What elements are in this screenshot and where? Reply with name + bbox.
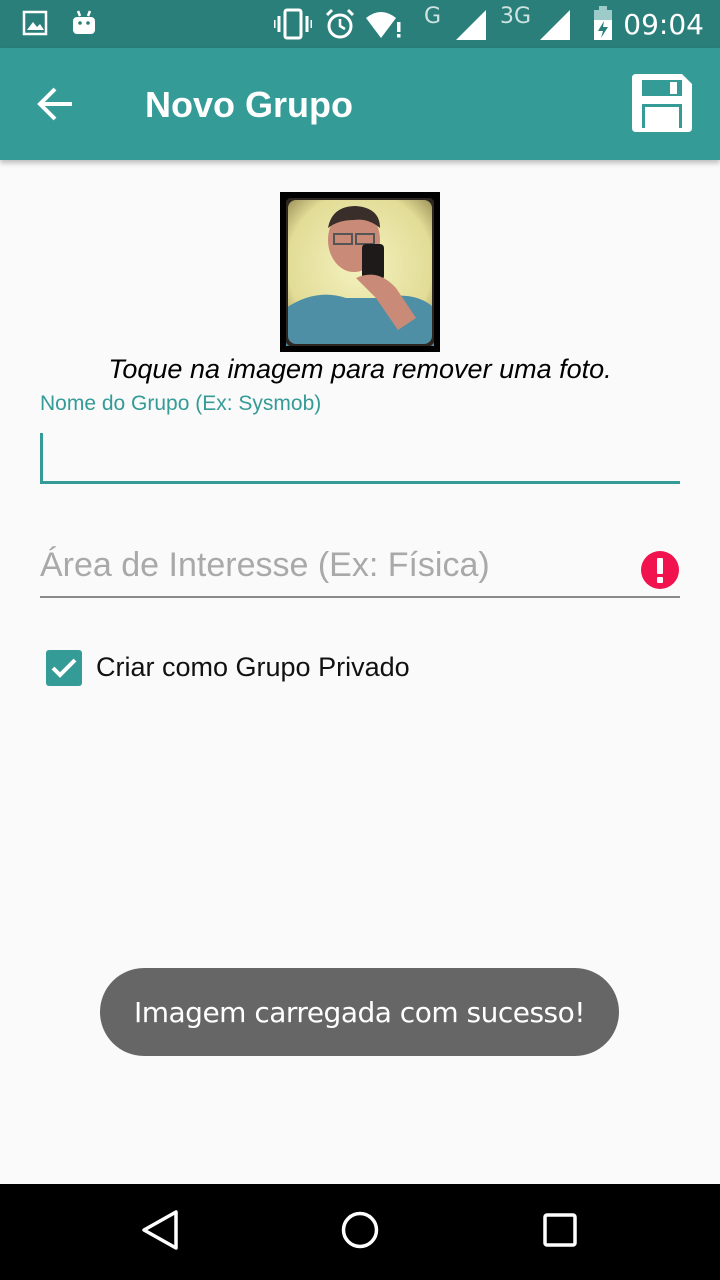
toast-text: Imagem carregada com sucesso!	[133, 995, 586, 1029]
text-cursor	[40, 433, 43, 481]
signal-icon	[540, 10, 570, 40]
back-button[interactable]	[28, 76, 84, 132]
group-name-input[interactable]	[40, 430, 680, 484]
profile-photo-image	[286, 198, 434, 346]
network-g-label: G	[424, 4, 442, 29]
alarm-icon	[325, 8, 355, 39]
toast-message: Imagem carregada com sucesso!	[100, 968, 619, 1056]
private-group-label: Criar como Grupo Privado	[96, 652, 410, 682]
wifi-icon	[366, 12, 401, 38]
battery-icon	[594, 6, 612, 40]
vibrate-icon	[274, 8, 312, 40]
signal-icon	[456, 10, 486, 40]
recents-square-icon[interactable]	[540, 1208, 580, 1252]
error-icon	[641, 551, 679, 589]
android-icon	[73, 10, 95, 34]
interest-field[interactable]: Área de Interesse (Ex: Física)	[40, 540, 680, 598]
group-photo[interactable]	[280, 192, 440, 352]
checkbox[interactable]	[46, 650, 82, 686]
clock: 09:04	[623, 8, 704, 41]
status-bar: G 3G 09:04	[0, 0, 720, 48]
save-button[interactable]	[630, 72, 698, 136]
home-circle-icon[interactable]	[340, 1208, 380, 1252]
network-3g-label: 3G	[500, 4, 532, 29]
arrow-back-icon	[37, 87, 72, 121]
page-title: Novo Grupo	[145, 84, 353, 125]
gallery-icon	[22, 10, 48, 36]
back-triangle-icon[interactable]	[140, 1208, 180, 1252]
app-bar: Novo Grupo	[0, 48, 720, 160]
group-name-label: Nome do Grupo (Ex: Sysmob)	[40, 392, 322, 415]
checkmark-icon	[51, 658, 77, 678]
interest-placeholder: Área de Interesse (Ex: Física)	[40, 546, 490, 584]
navigation-bar	[0, 1184, 720, 1280]
photo-hint: Toque na imagem para remover uma foto.	[108, 354, 612, 384]
save-floppy-icon	[632, 74, 692, 132]
